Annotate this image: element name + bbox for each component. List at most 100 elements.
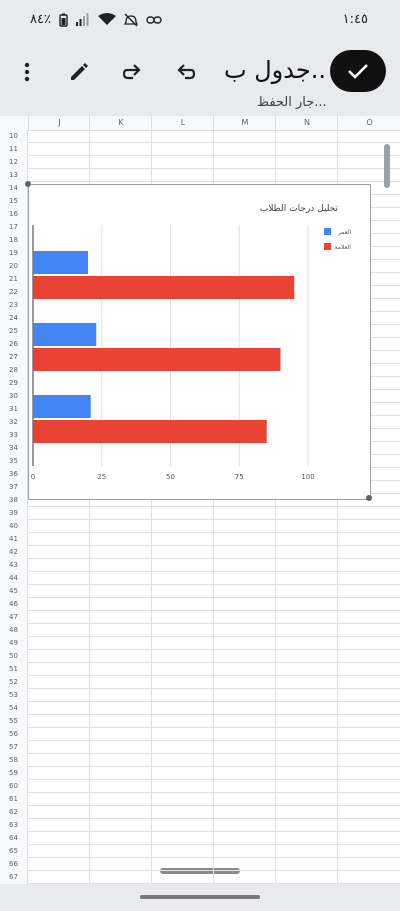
row-header[interactable]: 28	[0, 364, 28, 377]
row-header[interactable]: 39	[0, 507, 28, 520]
more-options-button[interactable]	[13, 58, 41, 86]
row-header[interactable]: 21	[0, 273, 28, 286]
column-header-j[interactable]: J	[28, 116, 90, 130]
column-header-k[interactable]: K	[89, 116, 152, 130]
grid-row-line	[28, 506, 400, 507]
row-header[interactable]: 66	[0, 858, 28, 871]
undo-button[interactable]	[172, 58, 200, 86]
row-header[interactable]: 47	[0, 611, 28, 624]
row-header[interactable]: 54	[0, 702, 28, 715]
row-header[interactable]: 57	[0, 741, 28, 754]
row-header[interactable]: 22	[0, 286, 28, 299]
row-header[interactable]: 43	[0, 559, 28, 572]
row-header[interactable]: 50	[0, 650, 28, 663]
mute-icon	[123, 13, 138, 26]
row-header[interactable]: 23	[0, 299, 28, 312]
row-header[interactable]: 40	[0, 520, 28, 533]
vertical-scrollbar[interactable]	[384, 144, 390, 188]
edit-button[interactable]	[65, 58, 93, 86]
row-header[interactable]: 60	[0, 780, 28, 793]
row-header[interactable]: 27	[0, 351, 28, 364]
column-header-m[interactable]: M	[213, 116, 276, 130]
row-header[interactable]: 11	[0, 143, 28, 156]
grid-row-line	[28, 636, 400, 637]
status-bar: ٨٤٪ ١:٤٥	[0, 0, 400, 40]
row-header[interactable]: 25	[0, 325, 28, 338]
bar-age	[33, 323, 97, 346]
row-header[interactable]: 59	[0, 767, 28, 780]
row-header[interactable]: 61	[0, 793, 28, 806]
row-header[interactable]: 56	[0, 728, 28, 741]
grid-row-line	[28, 649, 400, 650]
row-header[interactable]: 20	[0, 260, 28, 273]
row-header[interactable]: 31	[0, 403, 28, 416]
column-header-l[interactable]: L	[151, 116, 214, 130]
row-header[interactable]: 65	[0, 845, 28, 858]
grid-row-line	[28, 545, 400, 546]
row-header[interactable]: 16	[0, 208, 28, 221]
row-header[interactable]: 12	[0, 156, 28, 169]
row-header[interactable]: 63	[0, 819, 28, 832]
chart-container[interactable]: تحليل درجات الطلاب 0 25 50 75 100 العمر العلامة	[28, 184, 371, 500]
grid-row-line	[28, 766, 400, 767]
row-header[interactable]: 53	[0, 689, 28, 702]
column-header-n[interactable]: N	[275, 116, 338, 130]
row-header[interactable]: 62	[0, 806, 28, 819]
grid-row-line	[28, 662, 400, 663]
bar-score	[33, 276, 295, 299]
row-header[interactable]: 41	[0, 533, 28, 546]
done-button[interactable]	[330, 50, 386, 92]
row-header[interactable]: 32	[0, 416, 28, 429]
row-header[interactable]: 29	[0, 377, 28, 390]
resize-handle-bottom-right[interactable]	[366, 495, 372, 501]
column-header-o[interactable]: O	[337, 116, 400, 130]
grid-row-line	[28, 519, 400, 520]
row-header[interactable]: 48	[0, 624, 28, 637]
row-header[interactable]: 64	[0, 832, 28, 845]
grid-row-line	[28, 155, 400, 156]
check-icon	[348, 64, 368, 79]
row-header[interactable]: 42	[0, 546, 28, 559]
row-header[interactable]: 14	[0, 182, 28, 195]
row-header[interactable]: 13	[0, 169, 28, 182]
grid-row-line	[28, 168, 400, 169]
row-header[interactable]: 26	[0, 338, 28, 351]
row-header[interactable]: 52	[0, 676, 28, 689]
row-header[interactable]: 49	[0, 637, 28, 650]
row-header[interactable]: 10	[0, 130, 28, 143]
row-header[interactable]: 34	[0, 442, 28, 455]
x-tick-label: 0	[31, 473, 35, 481]
spreadsheet-grid[interactable]: J K L M N O 10 11 12 13 14 15 16 17 18 19 20 21 22 23…	[0, 116, 400, 884]
row-header[interactable]: 37	[0, 481, 28, 494]
toolbar: جدول ب.. جار الحفظ...	[0, 40, 400, 116]
row-header[interactable]: 67	[0, 871, 28, 884]
row-header[interactable]: 36	[0, 468, 28, 481]
document-title[interactable]: جدول ب..	[224, 56, 326, 84]
legend-label: العلامة	[335, 244, 352, 251]
row-header[interactable]: 55	[0, 715, 28, 728]
row-header[interactable]: 44	[0, 572, 28, 585]
row-header[interactable]: 58	[0, 754, 28, 767]
row-header[interactable]: 17	[0, 221, 28, 234]
row-header[interactable]: 46	[0, 598, 28, 611]
sheet-drag-handle[interactable]	[160, 868, 240, 874]
row-header[interactable]: 19	[0, 247, 28, 260]
row-header[interactable]: 38	[0, 494, 28, 507]
row-header[interactable]: 15	[0, 195, 28, 208]
row-header[interactable]: 45	[0, 585, 28, 598]
row-header[interactable]: 35	[0, 455, 28, 468]
row-header[interactable]: 33	[0, 429, 28, 442]
signal-icon	[75, 13, 89, 26]
grid-row-line	[28, 142, 400, 143]
grid-row-line	[28, 740, 400, 741]
row-header[interactable]: 24	[0, 312, 28, 325]
bar-age	[33, 395, 91, 418]
home-gesture-bar[interactable]	[140, 895, 260, 899]
redo-icon	[122, 64, 141, 80]
row-header[interactable]: 18	[0, 234, 28, 247]
grid-row-line	[28, 714, 400, 715]
redo-button[interactable]	[118, 58, 146, 86]
resize-handle-top-left[interactable]	[25, 181, 31, 187]
row-header[interactable]: 51	[0, 663, 28, 676]
row-header[interactable]: 30	[0, 390, 28, 403]
